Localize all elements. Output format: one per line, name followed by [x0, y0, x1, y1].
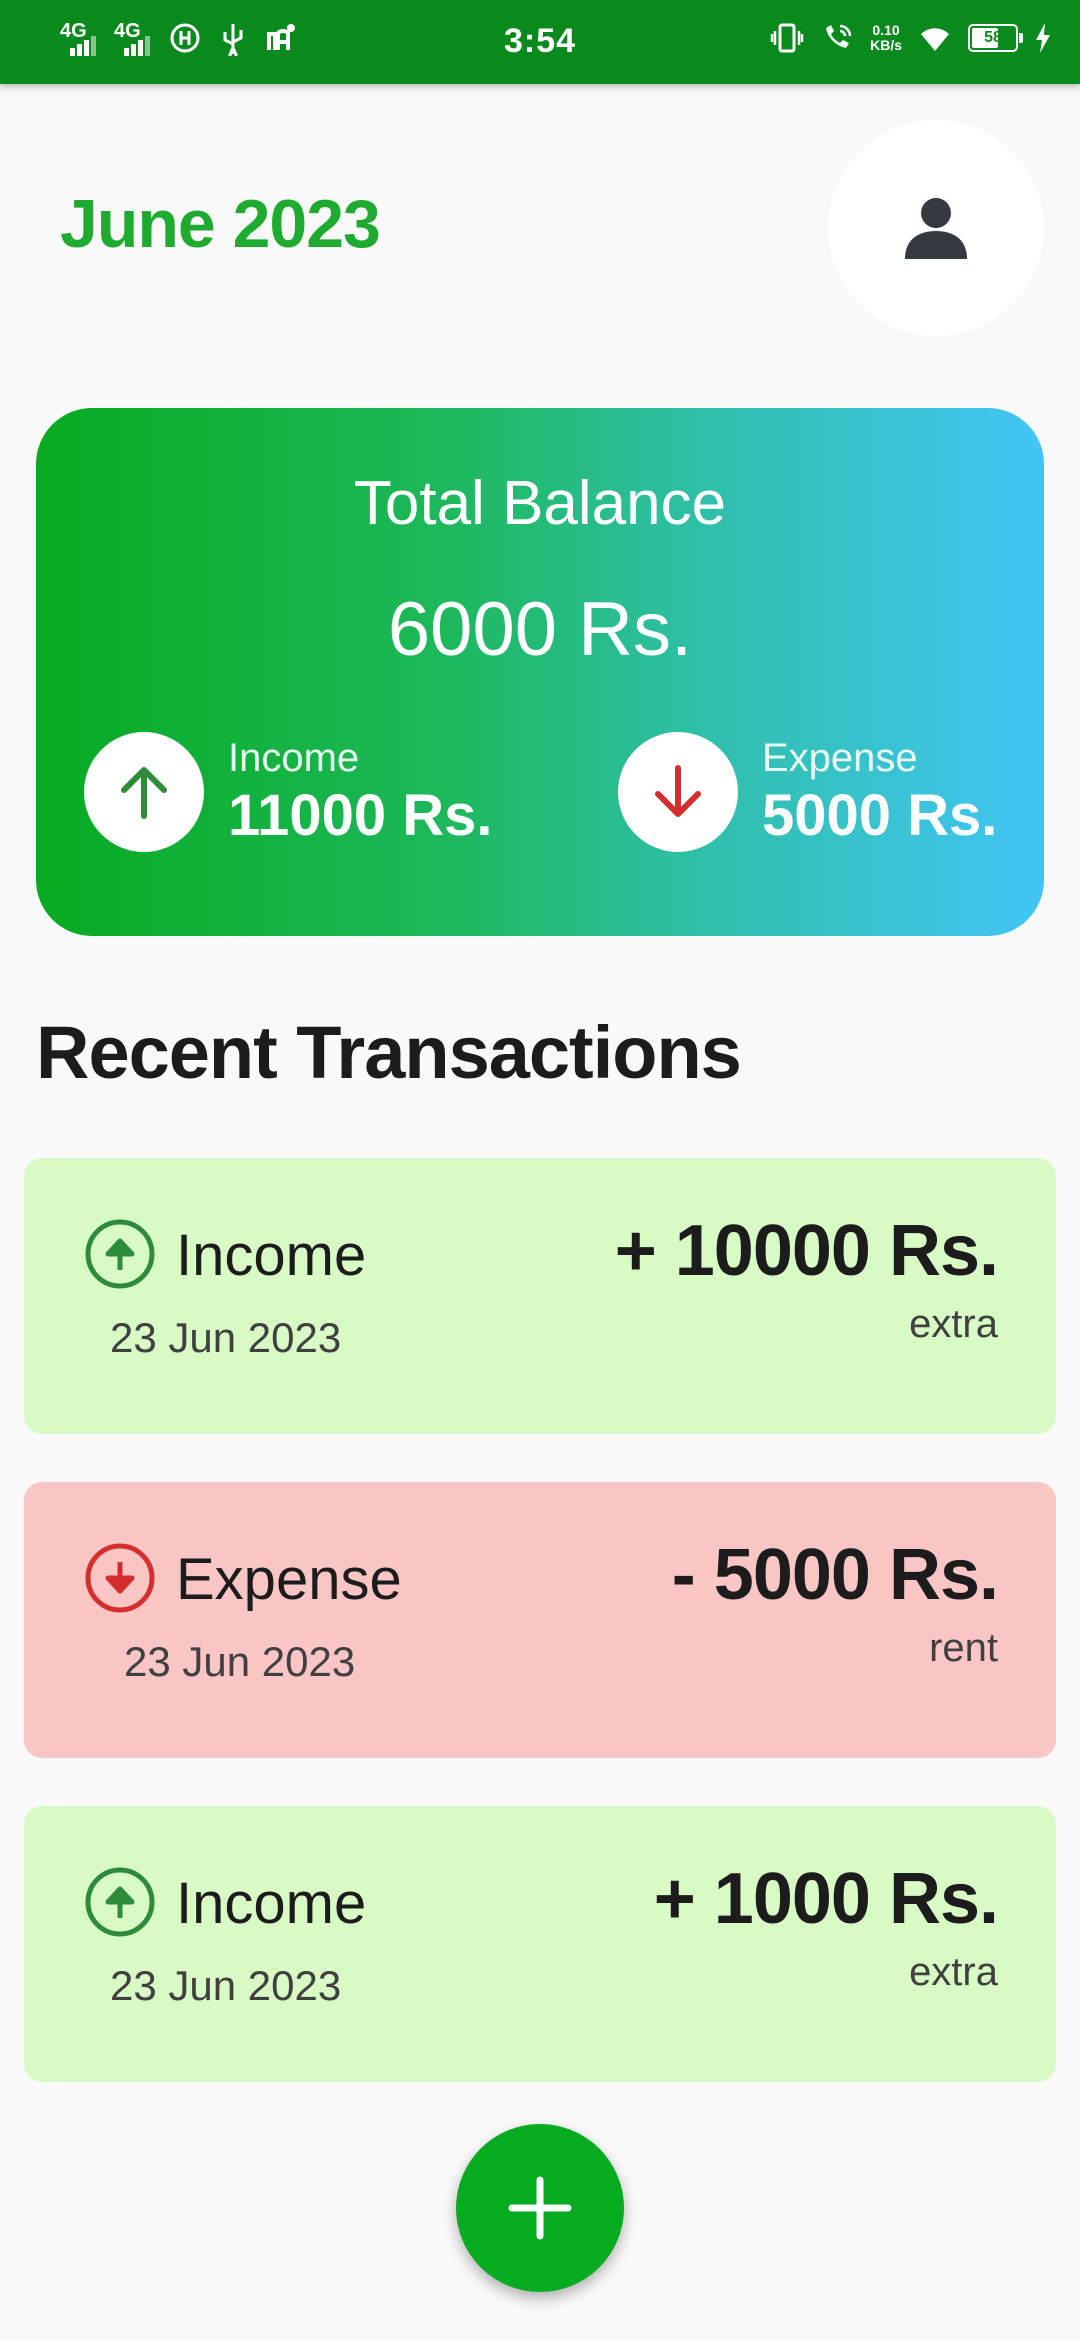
month-title: June 2023: [60, 186, 381, 262]
charging-icon: [1036, 23, 1050, 53]
transaction-type: Income: [176, 1871, 367, 1936]
income-arrow-icon: [85, 1219, 155, 1289]
transaction-amount: + 1000 Rs.: [653, 1859, 999, 1939]
network-speed: 0.10 KB/s: [870, 22, 902, 53]
balance-amount: 6000 Rs.: [387, 587, 693, 672]
expense-label: Expense: [762, 736, 918, 780]
transaction-type: Expense: [176, 1547, 402, 1612]
arrow-down-icon: [655, 765, 701, 817]
status-bar: 4G 4G 3:54 0.10 KB/s 58: [0, 0, 1080, 84]
profile-button[interactable]: [828, 120, 1044, 336]
expense-value: 5000 Rs.: [762, 783, 998, 848]
transaction-item[interactable]: Income 23 Jun 2023 + 1000 Rs. extra: [24, 1806, 1056, 2082]
transaction-note: rent: [929, 1626, 998, 1670]
status-right-icons: 0.10 KB/s 58: [770, 20, 1052, 56]
transaction-note: extra: [909, 1302, 998, 1346]
income-value: 11000 Rs.: [228, 783, 493, 848]
transaction-type: Income: [176, 1223, 367, 1288]
transaction-date: 23 Jun 2023: [110, 1314, 342, 1361]
recent-transactions-title: Recent Transactions: [36, 1011, 742, 1094]
expense-circle: [618, 732, 738, 852]
balance-title: Total Balance: [353, 469, 727, 538]
income-arrow-icon: [85, 1867, 155, 1937]
add-transaction-button[interactable]: [456, 2124, 624, 2292]
expense-arrow-icon: [85, 1543, 155, 1613]
transaction-note: extra: [909, 1950, 998, 1994]
wifi-icon: [921, 28, 949, 51]
income-label: Income: [228, 736, 360, 780]
wifi-call-icon: [826, 24, 852, 48]
plus-icon: [508, 2176, 572, 2240]
vibrate-icon: [770, 23, 804, 53]
transaction-item[interactable]: Income 23 Jun 2023 + 10000 Rs. extra: [24, 1158, 1056, 1434]
arrow-up-icon: [121, 767, 167, 819]
transaction-date: 23 Jun 2023: [110, 1962, 342, 2009]
transaction-date: 23 Jun 2023: [124, 1638, 356, 1685]
balance-card: Total Balance 6000 Rs. Income 11000 Rs. …: [36, 408, 1044, 936]
transaction-item[interactable]: Expense 23 Jun 2023 - 5000 Rs. rent: [24, 1482, 1056, 1758]
person-icon: [905, 198, 967, 259]
transaction-amount: - 5000 Rs.: [671, 1535, 999, 1615]
income-circle: [84, 732, 204, 852]
transaction-amount: + 10000 Rs.: [614, 1211, 999, 1291]
battery-icon: 58: [968, 24, 1023, 52]
